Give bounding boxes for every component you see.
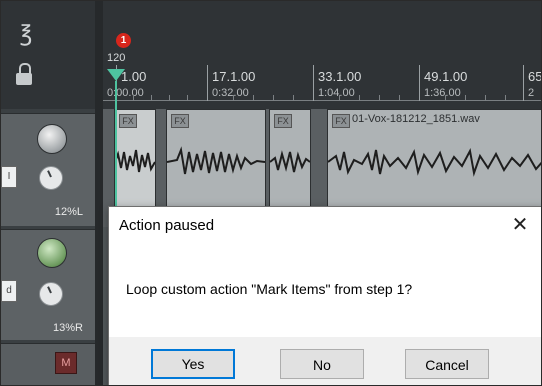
io-button[interactable]: d — [1, 280, 17, 302]
time-label: 1:36.00 — [424, 87, 461, 99]
waveform — [270, 150, 310, 173]
action-paused-dialog: Action paused ✕ Loop custom action "Mark… — [108, 206, 541, 385]
item-fx-button[interactable]: FX — [171, 114, 189, 128]
track-1[interactable]: I 12%L — [1, 113, 95, 226]
time-label: 2 — [528, 87, 535, 99]
project-marker[interactable]: 1 — [116, 33, 131, 48]
item-name: 01-Vox-181212_1851.wav — [352, 113, 480, 125]
waveform — [115, 149, 155, 173]
track-2[interactable]: d 13%R — [1, 229, 95, 340]
tcp-header: ℥ — [1, 1, 95, 109]
tempo-marker[interactable]: 120 — [107, 52, 125, 64]
time-label: 0:32.00 — [212, 87, 249, 99]
cancel-button[interactable]: Cancel — [405, 349, 489, 379]
pan-value: 13%R — [53, 322, 83, 334]
antenna-icon[interactable]: ℥ — [15, 21, 37, 47]
time-label: 0:00.00 — [107, 87, 144, 99]
bar-label: 65 — [528, 69, 542, 84]
track-control-panel: ℥ I 12%L d 13%R M — [1, 1, 95, 385]
lock-icon[interactable] — [13, 61, 35, 87]
waveform — [328, 147, 541, 177]
play-cursor-head[interactable] — [107, 69, 125, 81]
no-button[interactable]: No — [280, 349, 364, 379]
media-item[interactable]: FX — [269, 109, 311, 211]
item-fx-button[interactable]: FX — [332, 114, 350, 128]
media-item[interactable]: FX 01-Vox-181212_1851.wav — [327, 109, 541, 211]
bar-label: 33.1.00 — [318, 69, 362, 84]
timeline-ruler[interactable]: 1.00 0:00.00 17.1.00 0:32.00 33.1.00 1:0… — [103, 1, 542, 109]
track-3[interactable]: M — [1, 343, 95, 385]
bar-label: 49.1.00 — [424, 69, 468, 84]
time-label: 1:04.00 — [318, 87, 355, 99]
dialog-button-bar: Yes No Cancel — [109, 337, 541, 385]
item-fx-button[interactable]: FX — [274, 114, 292, 128]
pan-knob[interactable] — [39, 282, 63, 306]
pan-knob[interactable] — [39, 166, 63, 190]
volume-knob[interactable] — [37, 124, 67, 154]
pan-value: 12%L — [54, 206, 83, 218]
daw-window: ℥ I 12%L d 13%R M 1.00 0:00.00 17.1.00 0… — [0, 0, 542, 386]
dialog-message: Loop custom action "Mark Items" from ste… — [126, 281, 413, 297]
item-fx-button[interactable]: FX — [119, 114, 137, 128]
media-item[interactable]: FX — [166, 109, 266, 211]
waveform — [167, 146, 265, 175]
tcp-divider[interactable] — [95, 1, 103, 385]
io-button[interactable]: I — [1, 166, 17, 188]
bar-label: 17.1.00 — [212, 69, 256, 84]
mute-button[interactable]: M — [55, 352, 77, 374]
close-icon[interactable]: ✕ — [506, 211, 534, 239]
media-item[interactable]: FX — [114, 109, 156, 211]
dialog-title: Action paused — [119, 217, 215, 234]
yes-button[interactable]: Yes — [151, 349, 235, 379]
volume-knob[interactable] — [37, 238, 67, 268]
